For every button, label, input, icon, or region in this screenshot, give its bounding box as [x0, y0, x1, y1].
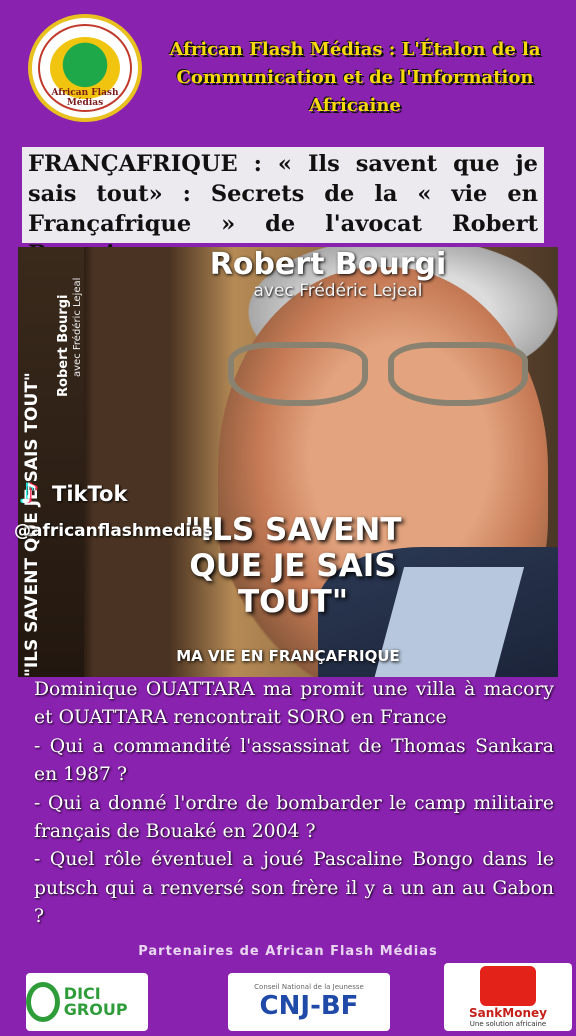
body-line-1: Dominique OUATTARA ma promit une villa à… [34, 679, 554, 729]
dici-label: DICI GROUP [63, 984, 128, 1019]
body-line-2: - Qui a commandité l'assassinat de Thoma… [34, 735, 554, 786]
book-coauthor: avec Frédéric Lejeal [253, 281, 423, 301]
partners-title: Partenaires de African Flash Médias [138, 944, 438, 959]
sankmoney-name: SankMoney [469, 1006, 547, 1020]
spine-coauthor: avec Frédéric Lejeal [72, 277, 83, 377]
tiktok-handle: @africanflashmedias [14, 521, 213, 541]
slogan-line-1: African Flash Médias : L'Étalon de la [169, 39, 541, 60]
glasses-icon [228, 342, 538, 412]
cnj-logo: CNJ-BF [260, 991, 359, 1021]
right-lens [388, 342, 528, 406]
tiktok-watermark: ♪ TikTok [20, 476, 127, 512]
cnj-small-label: Conseil National de la Jeunesse [254, 983, 364, 991]
cnj-suffix: -BF [310, 991, 359, 1021]
partner-cnj-bf: Conseil National de la Jeunesse CNJ-BF [228, 973, 390, 1031]
header-slogan: African Flash Médias : L'Étalon de la Co… [145, 36, 565, 120]
book-cover-image: "ILS SAVENT QUE JE SAIS TOUT" Robert Bou… [18, 247, 558, 677]
slogan-line-2: Communication et de l'Information Africa… [176, 67, 534, 116]
body-line-3: - Qui a donné l'ordre de bombarder le ca… [34, 792, 554, 843]
article-body: Dominique OUATTARA ma promit une villa à… [34, 676, 554, 932]
book-author: Robert Bourgi [209, 247, 447, 282]
partner-dici-group: DICI GROUP [26, 973, 148, 1031]
african-flash-medias-logo: African Flash Médias [28, 14, 142, 122]
sankmoney-tagline: Une solution africaine [469, 1020, 547, 1028]
cnj-main: CNJ [259, 991, 311, 1021]
logo-label: African Flash Médias [51, 88, 119, 108]
book-subtitle: MA VIE EN FRANÇAFRIQUE [176, 647, 400, 665]
dici-logo-icon [26, 982, 60, 1022]
tiktok-icon: ♪ [20, 477, 38, 510]
body-line-4: - Quel rôle éventuel a joué Pascaline Bo… [34, 849, 554, 928]
sankmoney-africa-icon [480, 966, 536, 1006]
headline: FRANÇAFRIQUE : « Ils savent que je sais … [22, 147, 544, 267]
left-lens [228, 342, 368, 406]
tiktok-label: TikTok [52, 482, 128, 506]
partner-sankmoney: SankMoney Une solution africaine [444, 963, 572, 1031]
spine-author: Robert Bourgi [56, 294, 71, 397]
